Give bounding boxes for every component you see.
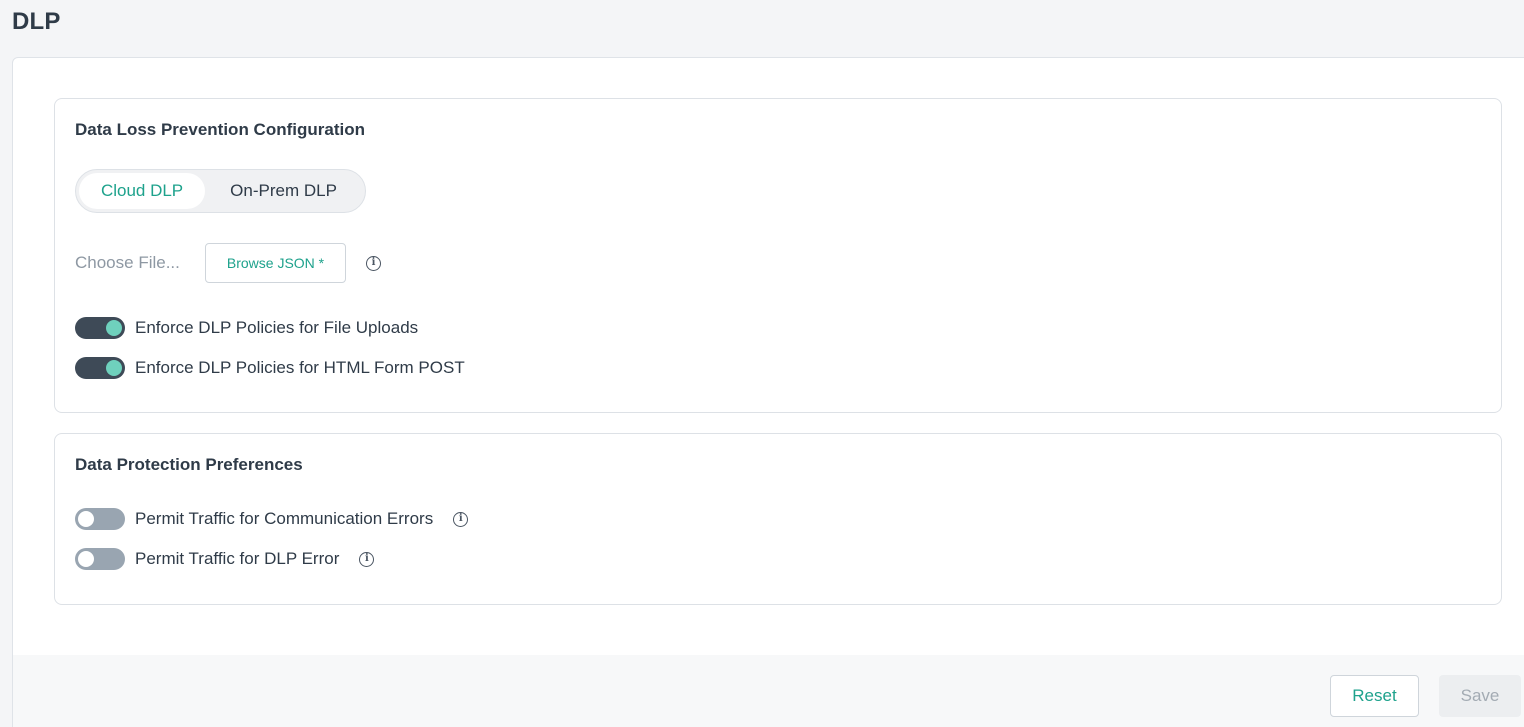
dlp-mode-switch: Cloud DLP On-Prem DLP bbox=[75, 169, 366, 213]
form-footer: Reset Save bbox=[13, 655, 1524, 727]
tab-cloud-dlp[interactable]: Cloud DLP bbox=[79, 173, 206, 209]
toggle-row-file-uploads: Enforce DLP Policies for File Uploads bbox=[75, 316, 418, 340]
preferences-title: Data Protection Preferences bbox=[75, 455, 303, 474]
html-form-post-toggle[interactable] bbox=[75, 357, 125, 379]
communication-errors-label: Permit Traffic for Communication Errors bbox=[135, 509, 434, 528]
toggle-row-communication-errors: Permit Traffic for Communication Errors … bbox=[75, 507, 469, 531]
reset-button[interactable]: Reset bbox=[1330, 675, 1419, 717]
dlp-configuration-title: Data Loss Prevention Configuration bbox=[75, 120, 365, 139]
toggle-knob bbox=[106, 360, 122, 376]
toggle-knob bbox=[78, 511, 94, 527]
tab-on-prem-dlp[interactable]: On-Prem DLP bbox=[205, 173, 362, 209]
dlp-configuration-card: Data Loss Prevention Configuration Cloud… bbox=[54, 98, 1502, 413]
info-icon[interactable]: i bbox=[359, 551, 375, 567]
file-uploads-toggle[interactable] bbox=[75, 317, 125, 339]
dlp-error-toggle[interactable] bbox=[75, 548, 125, 570]
html-form-post-label: Enforce DLP Policies for HTML Form POST bbox=[135, 358, 465, 377]
browse-json-button[interactable]: Browse JSON * bbox=[205, 243, 346, 283]
communication-errors-toggle[interactable] bbox=[75, 508, 125, 530]
file-name-placeholder: Choose File... bbox=[75, 253, 180, 272]
main-panel: Data Loss Prevention Configuration Cloud… bbox=[12, 57, 1524, 727]
toggle-row-html-form-post: Enforce DLP Policies for HTML Form POST bbox=[75, 356, 465, 380]
toggle-knob bbox=[78, 551, 94, 567]
data-protection-preferences-card: Data Protection Preferences Permit Traff… bbox=[54, 433, 1502, 605]
save-button[interactable]: Save bbox=[1439, 675, 1521, 717]
file-chooser-row: Choose File... Browse JSON * i bbox=[75, 243, 381, 283]
dlp-error-label: Permit Traffic for DLP Error bbox=[135, 549, 340, 568]
toggle-knob bbox=[106, 320, 122, 336]
toggle-row-dlp-error: Permit Traffic for DLP Error i bbox=[75, 547, 375, 571]
page-title: DLP bbox=[12, 8, 61, 35]
file-uploads-label: Enforce DLP Policies for File Uploads bbox=[135, 318, 419, 337]
info-icon[interactable]: i bbox=[366, 255, 381, 271]
info-icon[interactable]: i bbox=[453, 511, 469, 527]
